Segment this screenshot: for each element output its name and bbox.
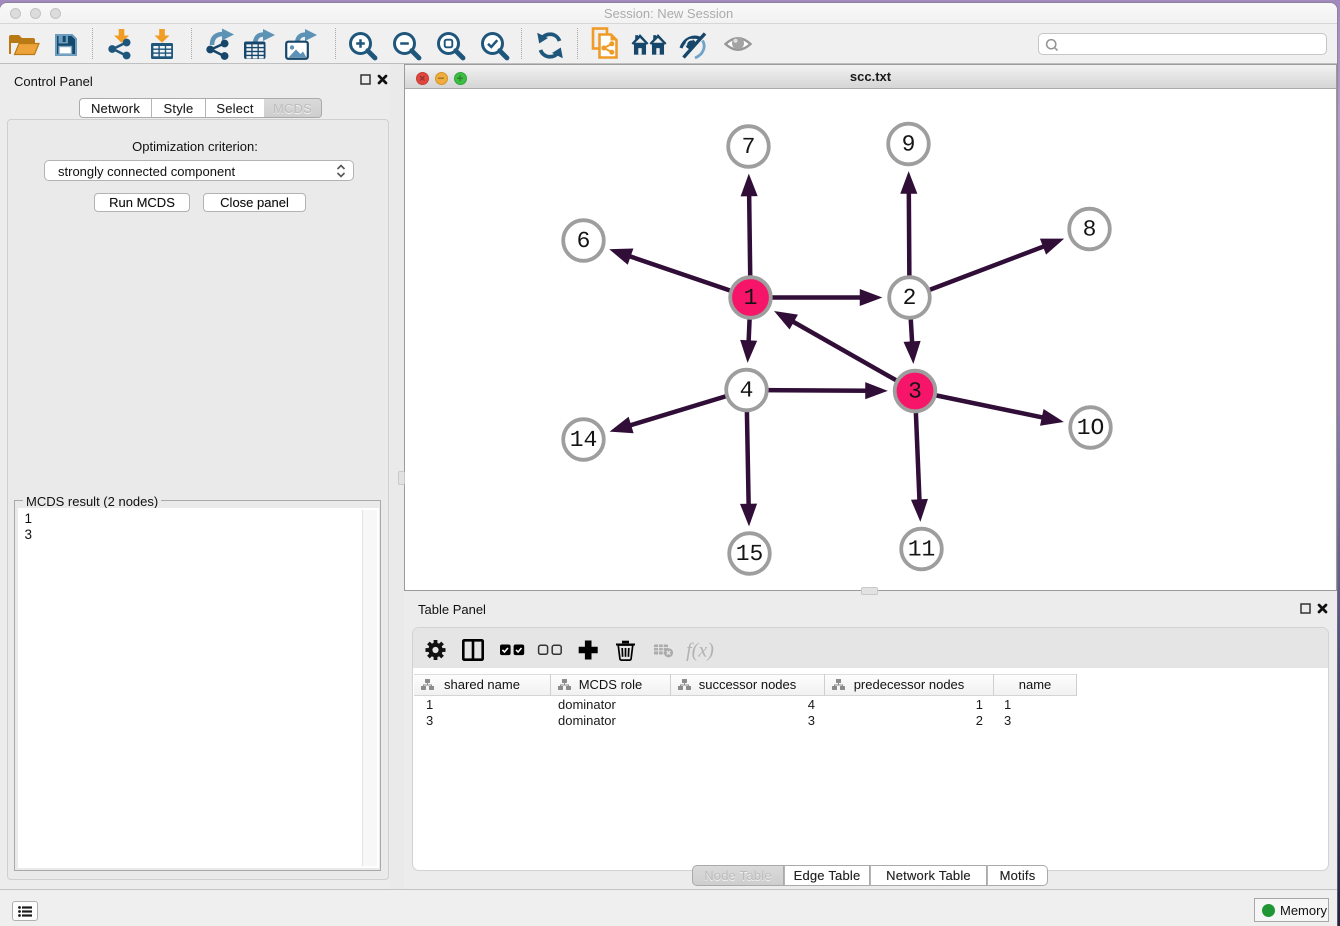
svg-text:1O: 1O (1077, 415, 1105, 441)
svg-text:8: 8 (1083, 217, 1097, 243)
svg-text:4: 4 (740, 378, 754, 404)
svg-text:15: 15 (736, 541, 764, 567)
svg-text:14: 14 (570, 427, 598, 453)
svg-text:7: 7 (742, 134, 756, 160)
svg-text:6: 6 (577, 228, 591, 254)
svg-text:1: 1 (744, 285, 758, 311)
svg-text:9: 9 (902, 132, 916, 158)
svg-text:11: 11 (908, 537, 936, 563)
svg-text:f(x): f(x) (686, 640, 714, 662)
svg-text:3: 3 (908, 379, 922, 405)
svg-text:2: 2 (903, 285, 917, 311)
